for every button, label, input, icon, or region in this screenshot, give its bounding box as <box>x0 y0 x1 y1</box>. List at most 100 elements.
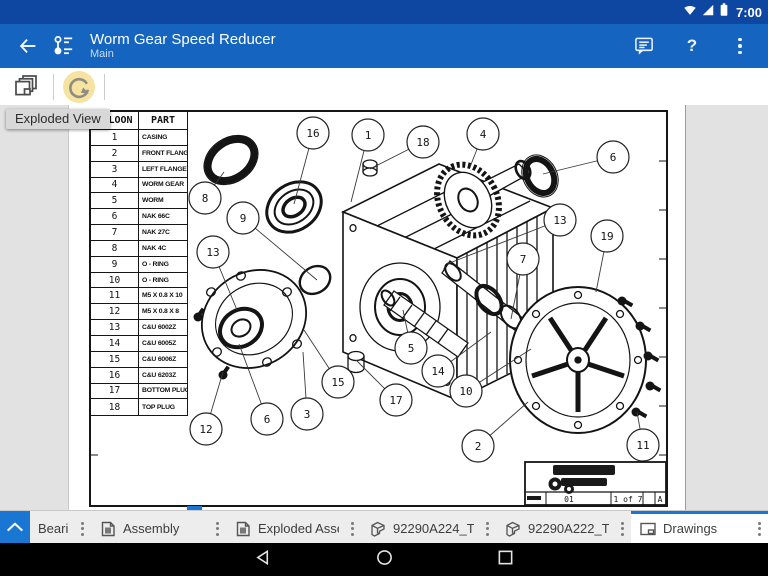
tab-label: Drawings <box>663 521 718 536</box>
table-cell-part: CASING <box>142 133 168 141</box>
tab-menu-button[interactable] <box>345 521 359 536</box>
tab-item-exploded-asse[interactable]: Exploded Asse... <box>226 511 361 543</box>
table-row: 14 C&U 6005Z <box>91 335 187 352</box>
table-cell-baloon: 17 <box>91 383 139 399</box>
table-cell-part: M5 X 0.8 X 10 <box>142 292 183 300</box>
balloon-number: 7 <box>520 253 527 266</box>
table-cell-part: TOP PLUG <box>142 403 175 411</box>
drawing-canvas[interactable]: 16 1 18 4 6 8 9 13 13 19 7 5 14 10 15 17 3 6 12 2 11 <box>0 105 768 510</box>
table-cell-baloon: 18 <box>91 399 139 416</box>
balloon-number: 10 <box>459 385 472 398</box>
nav-home-button[interactable] <box>376 549 393 571</box>
balloon-number: 14 <box>431 365 445 378</box>
chevron-up-icon <box>6 522 24 532</box>
table-cell-part: WORM GEAR <box>142 181 184 189</box>
balloon-number: 18 <box>416 136 429 149</box>
table-cell-part: NAK 66C <box>142 213 170 221</box>
balloon-number: 12 <box>199 423 212 436</box>
cellular-icon <box>701 3 715 22</box>
comments-button[interactable] <box>626 28 662 64</box>
table-row: 17 BOTTOM PLUG <box>91 383 187 400</box>
nav-back-button[interactable] <box>255 549 272 571</box>
table-cell-baloon: 5 <box>91 193 139 209</box>
exploded-view-button[interactable] <box>63 70 95 103</box>
table-cell-part: LEFT FLANGE <box>142 165 187 173</box>
comment-icon <box>634 37 653 55</box>
title-block-rev: A <box>658 495 663 504</box>
assembly-icon <box>99 520 117 538</box>
page-subtitle: Main <box>90 48 114 60</box>
table-cell-part: BOTTOM PLUG <box>142 387 187 395</box>
balloon-number: 5 <box>408 342 415 355</box>
nav-recents-button[interactable] <box>497 549 514 571</box>
balloon-number: 1 <box>365 129 372 142</box>
table-row: 15 C&U 6006Z <box>91 351 187 368</box>
overflow-menu-button[interactable] <box>722 28 758 64</box>
table-row: 13 C&U 6002Z <box>91 320 187 336</box>
balloon-number: 2 <box>475 440 482 453</box>
help-button[interactable]: ? <box>674 28 710 64</box>
balloon-number: 6 <box>610 151 617 164</box>
table-cell-part: NAK 27C <box>142 228 170 236</box>
tab-label: Beari... <box>38 521 69 536</box>
tabs-container: Beari... Assembly Exploded Asse... 92290A22… <box>30 511 768 543</box>
tab-menu-button[interactable] <box>615 521 629 536</box>
table-row: 12 M5 X 0.8 X 8 <box>91 304 187 321</box>
tab-item-assembly[interactable]: Assembly <box>91 511 226 543</box>
table-cell-baloon: 10 <box>91 272 139 288</box>
balloon-number: 6 <box>264 413 271 426</box>
table-row: 18 TOP PLUG <box>91 399 187 416</box>
battery-icon <box>719 2 729 22</box>
table-row: 3 LEFT FLANGE <box>91 161 187 178</box>
tab-item-92290a224-ty[interactable]: 92290A224_TY... <box>361 511 496 543</box>
table-row: 9O - RING <box>91 256 187 273</box>
table-cell-part: C&U 6005Z <box>142 339 177 347</box>
page-title: Worm Gear Speed Reducer <box>90 31 276 48</box>
drawing-icon <box>639 520 657 538</box>
table-cell-part: NAK 4C <box>142 244 167 252</box>
title-block-sheet-no: 01 <box>564 495 574 504</box>
tab-item-beari[interactable]: Beari... <box>30 511 91 543</box>
balloon-number: 3 <box>304 408 311 421</box>
tab-menu-button[interactable] <box>752 521 766 536</box>
table-cell-part: C&U 6203Z <box>142 371 177 379</box>
toolbar-separator <box>53 73 54 100</box>
col-header-part: PART <box>150 115 176 126</box>
tab-label: 92290A222_TY... <box>528 521 609 536</box>
tab-menu-button[interactable] <box>75 521 89 536</box>
tabs-expand-button[interactable] <box>0 511 30 543</box>
tab-scroll-indicator <box>187 506 202 510</box>
back-arrow-icon <box>19 38 36 54</box>
table-row: 16 C&U 6203Z <box>91 367 187 384</box>
back-triangle-icon <box>255 549 268 565</box>
balloon-number: 13 <box>553 214 566 227</box>
table-cell-part: C&U 6006Z <box>142 355 177 363</box>
table-cell-baloon: 1 <box>91 130 139 145</box>
title-block-drawing: 01 1 of 7 A <box>524 461 666 505</box>
sheets-button[interactable] <box>8 69 44 105</box>
table-cell-baloon: 9 <box>91 256 139 272</box>
home-circle-icon <box>376 549 392 565</box>
table-cell-part: FRONT FLANGE <box>142 149 187 157</box>
balloon-number: 8 <box>202 192 209 205</box>
back-button[interactable] <box>10 28 46 64</box>
app-bar: Worm Gear Speed Reducer Main ? <box>0 24 768 68</box>
tab-item-drawings[interactable]: Drawings <box>631 511 768 543</box>
table-row: 1 CASING <box>91 130 187 146</box>
balloon-number: 11 <box>636 439 649 452</box>
balloon-number: 4 <box>480 128 487 141</box>
part-icon <box>504 520 522 538</box>
versions-button[interactable] <box>46 28 82 64</box>
tab-item-92290a222-ty[interactable]: 92290A222_TY... <box>496 511 631 543</box>
nav-bar <box>0 543 768 576</box>
screen: { "status_bar": { "time": "7:00" }, "app… <box>0 0 768 576</box>
balloon-number: 16 <box>306 127 319 140</box>
overflow-icon <box>738 37 742 55</box>
tab-menu-button[interactable] <box>210 521 224 536</box>
status-bar: 7:00 <box>0 0 768 24</box>
table-cell-part: WORM <box>142 197 164 205</box>
help-icon: ? <box>686 36 698 55</box>
versions-icon <box>54 35 73 55</box>
tab-menu-button[interactable] <box>480 521 494 536</box>
balloon-number: 19 <box>600 230 613 243</box>
